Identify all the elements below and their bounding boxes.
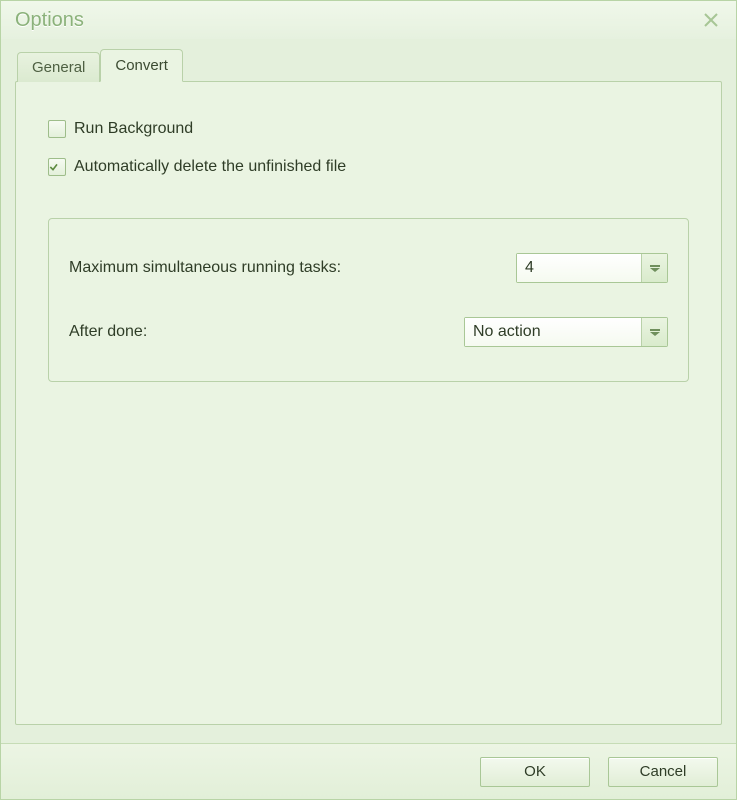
chevron-down-icon (649, 327, 661, 337)
after-done-dropdown-button[interactable] (641, 318, 667, 346)
auto-delete-label: Automatically delete the unfinished file (74, 158, 346, 176)
checkbox-empty-icon (50, 122, 64, 136)
tabpanel-convert: Run Background Automatically delete the … (15, 81, 722, 725)
tabstrip: General Convert (15, 49, 722, 81)
titlebar: Options (1, 1, 736, 39)
auto-delete-checkbox[interactable] (48, 158, 66, 176)
tab-general[interactable]: General (17, 52, 100, 82)
max-tasks-value[interactable]: 4 (517, 254, 641, 282)
run-background-row: Run Background (48, 120, 689, 138)
cancel-button[interactable]: Cancel (608, 757, 718, 787)
after-done-label: After done: (69, 323, 464, 341)
options-dialog: Options General Convert Run Background (0, 0, 737, 800)
tab-convert[interactable]: Convert (100, 49, 183, 82)
max-tasks-dropdown-button[interactable] (641, 254, 667, 282)
dialog-footer: OK Cancel (1, 743, 736, 799)
ok-button[interactable]: OK (480, 757, 590, 787)
run-background-label: Run Background (74, 120, 193, 138)
task-settings-group: Maximum simultaneous running tasks: 4 Af… (48, 218, 689, 382)
max-tasks-row: Maximum simultaneous running tasks: 4 (69, 253, 668, 283)
window-title: Options (15, 9, 696, 32)
tab-general-label: General (32, 59, 85, 76)
max-tasks-label: Maximum simultaneous running tasks: (69, 259, 516, 277)
close-button[interactable] (696, 5, 726, 35)
tab-convert-label: Convert (115, 57, 168, 74)
dialog-body: General Convert Run Background Automati (1, 39, 736, 743)
auto-delete-row: Automatically delete the unfinished file (48, 158, 689, 176)
max-tasks-combo[interactable]: 4 (516, 253, 668, 283)
close-icon (702, 11, 720, 29)
after-done-value[interactable]: No action (465, 318, 641, 346)
checkmark-icon (49, 160, 58, 174)
after-done-combo[interactable]: No action (464, 317, 668, 347)
run-background-checkbox[interactable] (48, 120, 66, 138)
after-done-row: After done: No action (69, 317, 668, 347)
cancel-button-label: Cancel (640, 763, 687, 780)
ok-button-label: OK (524, 763, 546, 780)
chevron-down-icon (649, 263, 661, 273)
